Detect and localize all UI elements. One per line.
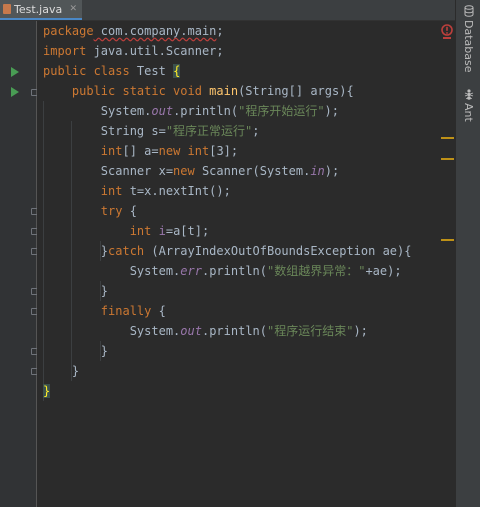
code-line-11[interactable]: int i=a[t]; [43,221,210,241]
code-token: [3]; [209,144,239,158]
code-token: System. [43,324,181,338]
code-line-7[interactable]: int[] a=new int[3]; [43,141,238,161]
warning-marker[interactable] [441,137,454,139]
code-token: { [122,204,137,218]
code-token: +ae); [365,264,402,278]
ant-icon [464,89,473,100]
code-token: import [43,44,87,58]
code-line-17[interactable]: } [43,341,108,361]
code-token: = [151,144,159,158]
code-editor[interactable]: package com.company.main; import java.ut… [37,21,455,507]
code-line-19[interactable]: } [43,381,51,401]
code-token: new int [158,144,210,158]
code-token: finally [100,304,152,318]
code-token: catch [108,244,145,258]
code-token: out [180,324,202,338]
code-token: public class [43,64,130,78]
code-line-6[interactable]: String s="程序正常运行"; [43,121,260,141]
database-icon [464,5,473,17]
code-token: ); [324,104,339,118]
code-token: { [151,304,166,318]
code-token: .println( [173,104,239,118]
ant-tool-tab[interactable]: Ant [456,88,480,122]
code-token: System. [43,264,181,278]
code-token: String s= [43,124,166,138]
code-token: i [158,224,166,238]
database-tool-tab[interactable]: Database [456,5,480,73]
code-token: .println( [201,264,267,278]
code-token: (ArrayIndexOutOfBoundsException ae){ [144,244,412,258]
code-token: } [43,344,109,358]
code-token: [] [122,144,145,158]
code-token: } [43,384,51,398]
code-token: ); [353,324,368,338]
code-line-14[interactable]: } [43,281,108,301]
database-tab-label: Database [462,20,475,73]
code-line-8[interactable]: Scanner x=new Scanner(System.in); [43,161,339,181]
code-token: } [43,284,109,298]
code-token: public static void [43,84,210,98]
java-file-icon [3,4,11,14]
code-token: int [129,224,159,238]
code-token: "程序开始运行" [238,104,325,118]
warning-marker[interactable] [441,158,454,160]
code-line-3[interactable]: public class Test { [43,61,181,81]
code-line-2[interactable]: import java.util.Scanner; [43,41,224,61]
code-token: Scanner x= [43,164,174,178]
code-line-1[interactable]: package com.company.main; [43,21,224,41]
right-tool-strip: Database Ant [455,0,480,507]
code-token: package [43,24,94,38]
code-token: System. [43,104,152,118]
code-token: =a[t]; [165,224,210,238]
code-line-13[interactable]: System.err.println("数组越界异常："+ae); [43,261,402,281]
editor-tab-bar: Test.java ✕ [0,0,455,21]
code-line-9[interactable]: int t=x.nextInt(); [43,181,231,201]
ant-tab-label: Ant [462,103,475,122]
tab-label: Test.java [14,2,63,16]
code-line-18[interactable]: } [43,361,79,381]
code-token: } [43,244,109,258]
code-token: Scanner(System. [194,164,311,178]
code-token: int [100,144,123,158]
code-token: t=x.nextInt(); [122,184,231,198]
code-token: com.company.main [93,24,217,38]
code-token: ; [216,24,224,38]
code-token: .println( [201,324,267,338]
code-token: err [180,264,202,278]
error-indicator-icon[interactable] [441,24,453,40]
code-line-4[interactable]: public static void main(String[] args){ [43,81,354,101]
code-token: "数组越界异常：" [267,264,366,278]
code-token: "程序正常运行" [165,124,253,138]
code-token: new [173,164,195,178]
run-class-icon[interactable] [11,67,19,77]
code-line-12[interactable]: }catch (ArrayIndexOutOfBoundsException a… [43,241,412,261]
code-token: ); [324,164,340,178]
code-token: } [43,364,80,378]
editor-scrollbar[interactable] [437,21,455,507]
code-token: int [100,184,123,198]
run-main-icon[interactable] [11,87,19,97]
code-line-15[interactable]: finally { [43,301,166,321]
code-line-5[interactable]: System.out.println("程序开始运行"); [43,101,339,121]
code-line-10[interactable]: try { [43,201,137,221]
code-token: (String[] args){ [238,84,354,98]
code-token: out [151,104,174,118]
warning-marker[interactable] [441,239,454,241]
code-token: "程序运行结束" [267,324,354,338]
code-line-16[interactable]: System.out.println("程序运行结束"); [43,321,368,341]
code-token: in [310,164,325,178]
code-token: java.util.Scanner; [86,44,224,58]
code-token: try [100,204,123,218]
code-token: main [209,84,239,98]
tab-test-java[interactable]: Test.java ✕ [0,0,82,20]
close-tab-icon[interactable]: ✕ [69,4,77,14]
code-token: Test [129,64,174,78]
code-token: ; [252,124,260,138]
code-token: { [173,64,181,78]
